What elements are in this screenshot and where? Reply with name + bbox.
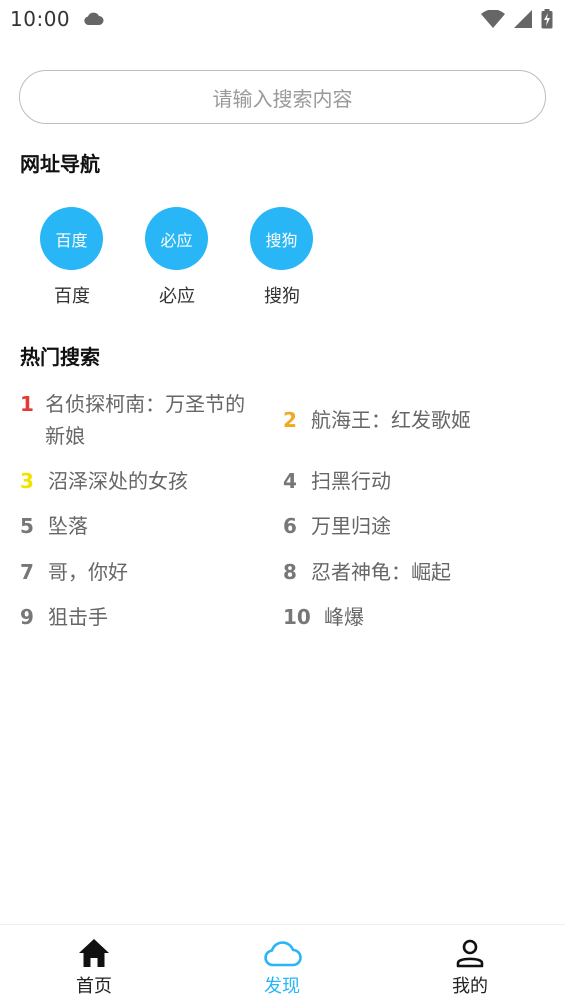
cloud-status-icon bbox=[82, 11, 104, 30]
nav-circle: 必应 bbox=[145, 207, 208, 270]
tab-me[interactable]: 我的 bbox=[410, 937, 530, 998]
nav-label: 百度 bbox=[54, 286, 90, 307]
hot-text: 扫黑行动 bbox=[311, 469, 391, 493]
hot-section-title: 热门搜索 bbox=[20, 345, 100, 369]
hot-rank: 7 bbox=[20, 560, 34, 584]
hot-rank: 2 bbox=[283, 408, 297, 432]
hot-text: 峰爆 bbox=[324, 605, 364, 629]
tab-label: 发现 bbox=[264, 976, 300, 997]
nav-circle: 百度 bbox=[40, 207, 103, 270]
hot-text: 沼泽深处的女孩 bbox=[48, 469, 188, 493]
nav-item-baidu[interactable]: 百度 百度 bbox=[40, 207, 104, 308]
hot-item[interactable]: 3 沼泽深处的女孩 bbox=[20, 465, 270, 497]
hot-text: 忍者神龟：崛起 bbox=[311, 560, 451, 584]
hot-rank: 5 bbox=[20, 514, 34, 538]
hot-item[interactable]: 5 坠落 bbox=[20, 510, 270, 542]
signal-icon bbox=[513, 9, 533, 33]
hot-text: 名侦探柯南：万圣节的新娘 bbox=[45, 392, 246, 448]
nav-item-sogou[interactable]: 搜狗 搜狗 bbox=[250, 207, 314, 308]
search-placeholder: 请输入搜索内容 bbox=[212, 86, 353, 111]
bottom-nav: 首页 发现 我的 bbox=[0, 924, 565, 1004]
hot-item[interactable]: 1 名侦探柯南：万圣节的新娘 bbox=[20, 388, 260, 452]
status-time: 10:00 bbox=[10, 7, 71, 31]
hot-item[interactable]: 10 峰爆 bbox=[283, 601, 543, 633]
tab-label: 首页 bbox=[76, 976, 112, 997]
battery-icon bbox=[541, 9, 553, 33]
hot-text: 万里归途 bbox=[311, 514, 391, 538]
wifi-icon bbox=[481, 8, 505, 33]
hot-text: 哥，你好 bbox=[48, 560, 128, 584]
hot-rank: 9 bbox=[20, 605, 34, 629]
hot-item[interactable]: 4 扫黑行动 bbox=[283, 465, 543, 497]
hot-item[interactable]: 6 万里归途 bbox=[283, 510, 543, 542]
tab-home[interactable]: 首页 bbox=[34, 937, 154, 998]
nav-item-bing[interactable]: 必应 必应 bbox=[145, 207, 209, 308]
user-icon bbox=[410, 937, 530, 969]
nav-label: 必应 bbox=[159, 286, 195, 307]
nav-label: 搜狗 bbox=[264, 286, 300, 307]
hot-item[interactable]: 8 忍者神龟：崛起 bbox=[283, 556, 543, 588]
cloud-icon bbox=[222, 937, 342, 969]
hot-item[interactable]: 7 哥，你好 bbox=[20, 556, 270, 588]
hot-item[interactable]: 9 狙击手 bbox=[20, 601, 270, 633]
hot-text: 狙击手 bbox=[48, 605, 108, 629]
hot-text: 坠落 bbox=[48, 514, 88, 538]
hot-rank: 10 bbox=[283, 605, 311, 629]
hot-rank: 6 bbox=[283, 514, 297, 538]
home-icon bbox=[34, 937, 154, 969]
nav-circle: 搜狗 bbox=[250, 207, 313, 270]
tab-label: 我的 bbox=[452, 976, 488, 997]
status-bar: 10:00 bbox=[0, 0, 565, 38]
tab-discover[interactable]: 发现 bbox=[222, 937, 342, 998]
status-icons bbox=[481, 8, 553, 33]
hot-rank: 3 bbox=[20, 469, 34, 493]
nav-section-title: 网址导航 bbox=[20, 152, 100, 176]
hot-rank: 1 bbox=[20, 392, 34, 416]
hot-text: 航海王：红发歌姬 bbox=[311, 408, 471, 432]
search-input[interactable]: 请输入搜索内容 bbox=[19, 70, 546, 124]
hot-rank: 4 bbox=[283, 469, 297, 493]
hot-item[interactable]: 2 航海王：红发歌姬 bbox=[283, 404, 543, 436]
hot-rank: 8 bbox=[283, 560, 297, 584]
